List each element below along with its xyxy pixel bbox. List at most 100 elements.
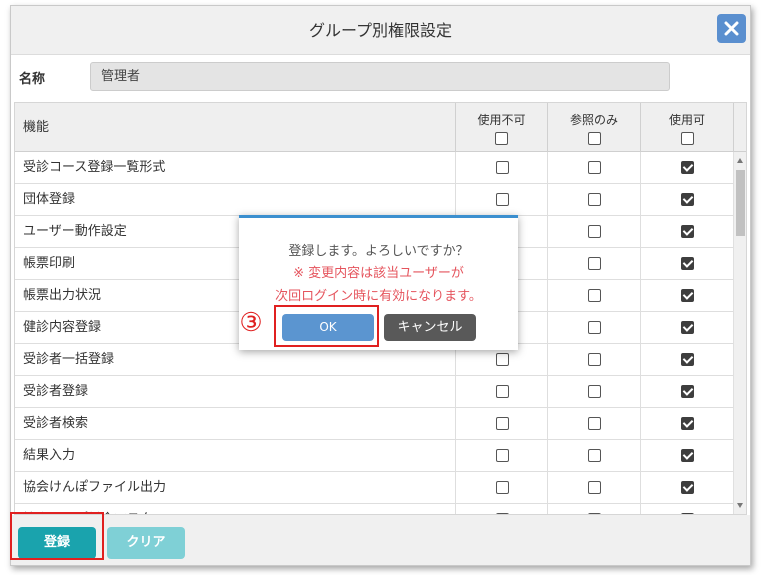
row-cell-view-only: [547, 376, 640, 407]
view-only-checkbox[interactable]: [588, 417, 601, 430]
row-function-name: 協会けんぽ料金マスタ: [23, 504, 153, 514]
clear-button[interactable]: クリア: [107, 527, 185, 559]
row-cell-view-only: [547, 472, 640, 503]
scroll-down-arrow-icon[interactable]: [737, 503, 743, 508]
usable-checkbox[interactable]: [681, 161, 694, 174]
ok-button[interactable]: OK: [282, 314, 374, 341]
view-only-checkbox[interactable]: [588, 161, 601, 174]
row-cell-view-only: [547, 504, 640, 514]
usable-checkbox[interactable]: [681, 353, 694, 366]
row-cell-view-only: [547, 184, 640, 215]
header-view-only: 参照のみ: [547, 103, 640, 152]
header-view-only-checkbox[interactable]: [587, 132, 601, 145]
no-use-checkbox[interactable]: [496, 161, 509, 174]
view-only-checkbox[interactable]: [588, 289, 601, 302]
view-only-checkbox[interactable]: [588, 513, 601, 514]
view-only-checkbox[interactable]: [588, 257, 601, 270]
confirm-note-line1: ※ 変更内容は該当ユーザーが: [293, 266, 464, 281]
view-only-checkbox[interactable]: [588, 449, 601, 462]
table-scrollbar[interactable]: [733, 152, 746, 514]
title-bar: グループ別権限設定: [11, 6, 750, 55]
no-use-checkbox[interactable]: [496, 513, 509, 514]
usable-checkbox[interactable]: [681, 449, 694, 462]
view-only-checkbox[interactable]: [588, 193, 601, 206]
row-function-name: 結果入力: [23, 448, 76, 463]
table-row: 受診者検索: [15, 408, 733, 440]
usable-checkbox[interactable]: [681, 385, 694, 398]
row-cell-no-use: [455, 472, 547, 503]
confirm-message: 登録します。よろしいですか？: [288, 244, 469, 259]
header-scroll-spacer: [733, 103, 746, 152]
usable-checkbox[interactable]: [681, 225, 694, 238]
header-usable-label: 使用可: [668, 113, 705, 127]
table-row: 結果入力: [15, 440, 733, 472]
header-usable-checkbox[interactable]: [680, 132, 694, 145]
row-cell-usable: [640, 408, 733, 439]
table-row: 団体登録: [15, 184, 733, 216]
row-cell-view-only: [547, 440, 640, 471]
row-function-name: 協会けんぽファイル出力: [23, 480, 167, 495]
row-function-name: 受診者検索: [23, 416, 89, 431]
row-function-name: 受診者一括登録: [23, 352, 115, 367]
row-cell-usable: [640, 376, 733, 407]
view-only-checkbox[interactable]: [588, 385, 601, 398]
row-cell-no-use: [455, 408, 547, 439]
row-function-name: ユーザー動作設定: [23, 224, 127, 239]
table-row: 協会けんぽ料金マスタ: [15, 504, 733, 514]
usable-checkbox[interactable]: [681, 417, 694, 430]
row-cell-view-only: [547, 344, 640, 375]
row-cell-no-use: [455, 504, 547, 514]
row-cell-usable: [640, 312, 733, 343]
row-cell-view-only: [547, 280, 640, 311]
register-button[interactable]: 登録: [18, 527, 96, 559]
row-function-name: 受診コース登録一覧形式: [23, 160, 166, 175]
row-function-name: 帳票出力状況: [23, 288, 102, 303]
name-input[interactable]: 管理者: [90, 62, 670, 91]
dialog-footer: 登録 クリア: [11, 515, 750, 565]
usable-checkbox[interactable]: [681, 513, 694, 514]
scroll-thumb[interactable]: [736, 170, 745, 236]
close-button[interactable]: [717, 14, 746, 43]
usable-checkbox[interactable]: [681, 481, 694, 494]
header-usable: 使用可: [640, 103, 733, 152]
view-only-checkbox[interactable]: [588, 321, 601, 334]
header-no-use-label: 使用不可: [477, 113, 526, 127]
usable-checkbox[interactable]: [681, 289, 694, 302]
name-label: 名称: [19, 72, 46, 87]
usable-checkbox[interactable]: [681, 257, 694, 270]
row-cell-usable: [640, 504, 733, 514]
view-only-checkbox[interactable]: [588, 353, 601, 366]
confirm-note-line2: 次回ログイン時に有効になります。: [275, 289, 482, 304]
usable-checkbox[interactable]: [681, 321, 694, 334]
row-cell-usable: [640, 248, 733, 279]
header-no-use: 使用不可: [455, 103, 547, 152]
view-only-checkbox[interactable]: [588, 481, 601, 494]
no-use-checkbox[interactable]: [496, 417, 509, 430]
usable-checkbox[interactable]: [681, 193, 694, 206]
table-row: 受診者登録: [15, 376, 733, 408]
header-function: 機能: [23, 120, 50, 135]
row-cell-view-only: [547, 216, 640, 247]
row-cell-usable: [640, 440, 733, 471]
no-use-checkbox[interactable]: [496, 193, 509, 206]
row-cell-view-only: [547, 152, 640, 183]
row-cell-no-use: [455, 184, 547, 215]
no-use-checkbox[interactable]: [496, 481, 509, 494]
row-cell-usable: [640, 216, 733, 247]
view-only-checkbox[interactable]: [588, 225, 601, 238]
step-marker: ③: [239, 308, 263, 338]
row-cell-view-only: [547, 312, 640, 343]
row-cell-view-only: [547, 248, 640, 279]
row-cell-usable: [640, 152, 733, 183]
cancel-button[interactable]: キャンセル: [384, 314, 476, 341]
row-cell-usable: [640, 184, 733, 215]
table-header: 機能 使用不可 参照のみ 使用可: [15, 103, 746, 152]
row-cell-usable: [640, 472, 733, 503]
row-function-name: 帳票印刷: [23, 256, 76, 271]
scroll-up-arrow-icon[interactable]: [737, 158, 743, 163]
row-function-name: 受診者登録: [23, 384, 89, 399]
header-no-use-checkbox[interactable]: [495, 132, 508, 145]
no-use-checkbox[interactable]: [496, 353, 509, 366]
no-use-checkbox[interactable]: [496, 449, 509, 462]
no-use-checkbox[interactable]: [496, 385, 509, 398]
